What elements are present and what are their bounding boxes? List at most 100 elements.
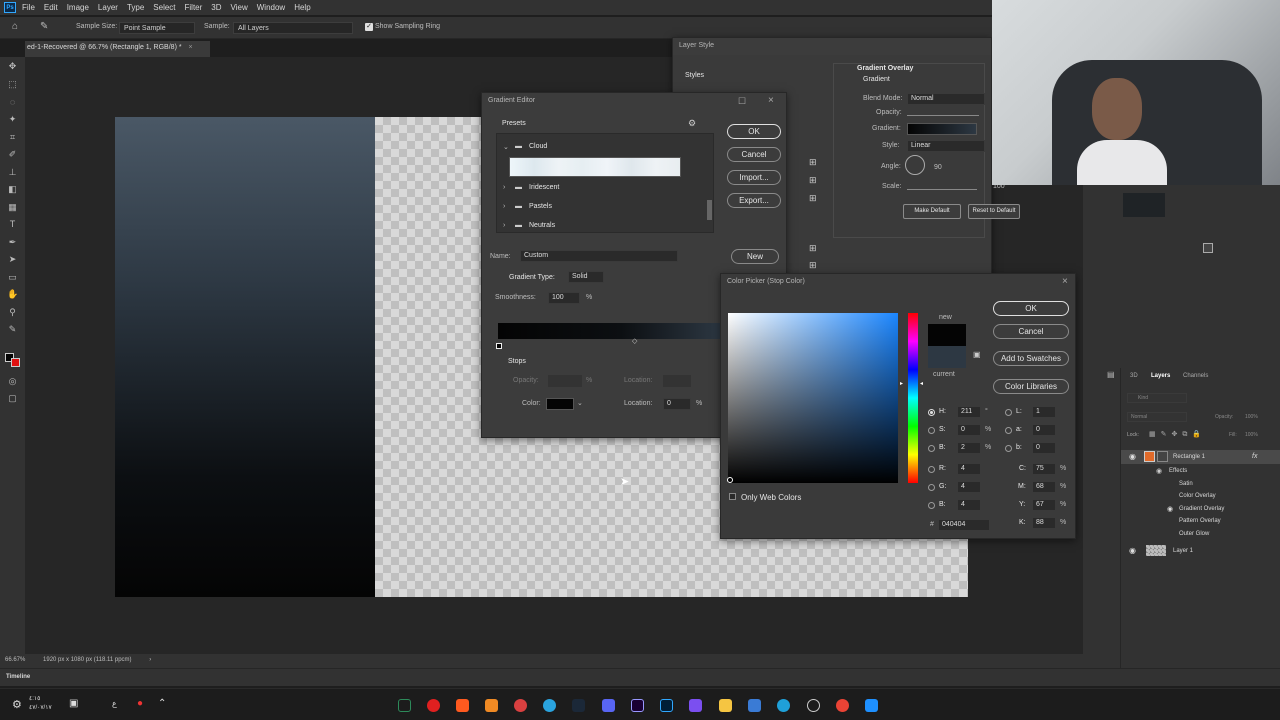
smoothness-input[interactable]: 100 bbox=[548, 292, 580, 304]
brush-tool-icon[interactable]: ✐ bbox=[7, 149, 18, 159]
green-radio[interactable] bbox=[928, 484, 935, 491]
layer1-eye-icon[interactable]: ◉ bbox=[1129, 546, 1136, 555]
folder-pastels[interactable]: › ▬ Pastels bbox=[501, 201, 701, 214]
lab-b-input[interactable]: 0 bbox=[1032, 442, 1056, 454]
gear-icon[interactable]: ⚙ bbox=[688, 118, 696, 129]
windows-start-icon[interactable] bbox=[865, 699, 878, 712]
file-explorer-icon[interactable] bbox=[719, 699, 732, 712]
hue-slider[interactable] bbox=[908, 313, 918, 483]
add-to-swatches-button[interactable]: Add to Swatches bbox=[993, 351, 1069, 366]
home-icon[interactable]: ⌂ bbox=[12, 21, 18, 32]
ls-angle-value[interactable]: 90 bbox=[934, 164, 942, 171]
store-icon[interactable] bbox=[748, 699, 761, 712]
menu-select[interactable]: Select bbox=[153, 3, 175, 12]
quick-select-tool-icon[interactable]: ✦ bbox=[7, 114, 18, 124]
chrome-icon[interactable] bbox=[836, 699, 849, 712]
yellow-input[interactable]: 67 bbox=[1032, 499, 1056, 511]
lab-l-input[interactable]: 1 bbox=[1032, 406, 1056, 418]
ge-new-button[interactable]: New bbox=[731, 249, 779, 264]
cloud-swatches[interactable] bbox=[509, 157, 681, 177]
close-icon[interactable]: × bbox=[768, 95, 774, 106]
fill-value[interactable]: 100% bbox=[1245, 432, 1258, 438]
tab-3d[interactable]: 3D bbox=[1130, 373, 1138, 379]
folder-iridescent[interactable]: › ▬ Iridescent bbox=[501, 182, 701, 195]
cyan-input[interactable]: 75 bbox=[1032, 463, 1056, 475]
tray-chevron-icon[interactable]: ⌃ bbox=[158, 698, 166, 709]
effects-eye-icon[interactable]: ◉ bbox=[1156, 467, 1162, 475]
show-ring-checkbox[interactable]: ✓ bbox=[365, 23, 373, 31]
quick-mask-icon[interactable]: ◎ bbox=[7, 376, 18, 386]
move-tool-icon[interactable]: ✥ bbox=[7, 61, 18, 71]
menu-image[interactable]: Image bbox=[67, 3, 89, 12]
ls-gradient-swatch[interactable] bbox=[907, 123, 977, 135]
effect-pattern-overlay[interactable]: Pattern Overlay bbox=[1121, 515, 1280, 528]
color-location-input[interactable]: 0 bbox=[663, 398, 691, 410]
document-tab[interactable]: ed-1-Recovered @ 66.7% (Rectangle 1, RGB… bbox=[25, 41, 210, 57]
app-icon-purple[interactable] bbox=[689, 699, 702, 712]
tab-channels[interactable]: Channels bbox=[1183, 373, 1208, 379]
color-dropdown-icon[interactable]: ⌄ bbox=[577, 399, 583, 407]
maximize-icon[interactable]: ☐ bbox=[738, 96, 746, 107]
layer-opacity-value[interactable]: 100% bbox=[1245, 414, 1258, 420]
photoshop-taskbar-icon[interactable] bbox=[660, 699, 673, 712]
saturation-input[interactable]: 0 bbox=[957, 424, 981, 436]
sample-size-dropdown[interactable]: Point Sample bbox=[119, 22, 195, 34]
add-style-icon-4[interactable]: ⊞ bbox=[809, 243, 817, 254]
panel-checkbox[interactable] bbox=[1203, 243, 1213, 253]
make-default-button[interactable]: Make Default bbox=[903, 204, 961, 219]
brightness-input[interactable]: 2 bbox=[957, 442, 981, 454]
blue-input[interactable]: 4 bbox=[957, 499, 981, 511]
presets-scrollbar[interactable] bbox=[707, 200, 712, 220]
hex-input[interactable]: 040404 bbox=[938, 519, 990, 531]
menu-type[interactable]: Type bbox=[127, 3, 144, 12]
opera-icon[interactable] bbox=[427, 699, 440, 712]
screen-mode-icon[interactable]: ▢ bbox=[7, 393, 18, 403]
lab-l-radio[interactable] bbox=[1005, 409, 1012, 416]
pen-tool-icon[interactable]: ✒ bbox=[7, 237, 18, 247]
timeline-panel[interactable]: Timeline bbox=[0, 668, 1280, 686]
discord-icon[interactable] bbox=[602, 699, 615, 712]
out-of-gamut-icon[interactable]: ▣ bbox=[973, 350, 981, 359]
red-input[interactable]: 4 bbox=[957, 463, 981, 475]
hue-arrow-left[interactable]: ▸ bbox=[900, 380, 903, 387]
hue-input[interactable]: 211 bbox=[957, 406, 981, 418]
panel-collapse-icon[interactable]: ▤ bbox=[1107, 370, 1115, 379]
folder-neutrals[interactable]: › ▬ Neutrals bbox=[501, 220, 701, 233]
menu-file[interactable]: File bbox=[22, 3, 35, 12]
add-style-icon-2[interactable]: ⊞ bbox=[809, 175, 817, 186]
brightness-radio[interactable] bbox=[928, 445, 935, 452]
steam-icon[interactable] bbox=[572, 699, 585, 712]
background-color-swatch[interactable] bbox=[11, 358, 20, 367]
hand-tool-icon[interactable]: ✋ bbox=[7, 289, 18, 299]
saturation-radio[interactable] bbox=[928, 427, 935, 434]
brave-icon[interactable] bbox=[456, 699, 469, 712]
rectangle-tool-icon[interactable]: ▭ bbox=[7, 272, 18, 282]
timeline-label[interactable]: Timeline bbox=[6, 674, 30, 680]
add-style-icon-3[interactable]: ⊞ bbox=[809, 193, 817, 204]
gradient-overlay-eye-icon[interactable]: ◉ bbox=[1167, 505, 1173, 513]
blend-mode-dropdown[interactable]: Normal bbox=[907, 93, 985, 105]
gradient-tool-icon[interactable]: ▦ bbox=[7, 202, 18, 212]
midpoint-diamond-icon[interactable]: ◇ bbox=[632, 337, 637, 345]
cp-close-icon[interactable]: × bbox=[1062, 276, 1068, 287]
vlc-icon[interactable] bbox=[485, 699, 498, 712]
eraser-tool-icon[interactable]: ◧ bbox=[7, 184, 18, 194]
eyedropper-tool-icon[interactable]: ✎ bbox=[40, 21, 48, 32]
angle-dial[interactable] bbox=[905, 155, 925, 175]
effect-outer-glow[interactable]: Outer Glow bbox=[1121, 528, 1280, 541]
color-field-marker[interactable] bbox=[727, 477, 733, 483]
layer-row-rectangle[interactable]: ◉ Rectangle 1 fx bbox=[1121, 450, 1280, 464]
microphone-icon[interactable]: ● bbox=[137, 698, 143, 709]
stop-color-swatch[interactable] bbox=[546, 398, 574, 410]
magenta-input[interactable]: 68 bbox=[1032, 481, 1056, 493]
ge-ok-button[interactable]: OK bbox=[727, 124, 781, 139]
eye-icon[interactable]: ◉ bbox=[1129, 452, 1136, 461]
layer-name-layer1[interactable]: Layer 1 bbox=[1173, 548, 1193, 554]
lab-a-input[interactable]: 0 bbox=[1032, 424, 1056, 436]
red-radio[interactable] bbox=[928, 466, 935, 473]
ls-style-dropdown[interactable]: Linear bbox=[907, 140, 985, 152]
layer-row-layer1[interactable]: ◉ Layer 1 bbox=[1121, 544, 1280, 558]
add-style-icon-5[interactable]: ⊞ bbox=[809, 260, 817, 271]
menu-view[interactable]: View bbox=[231, 3, 248, 12]
name-input[interactable]: Custom bbox=[520, 250, 678, 262]
